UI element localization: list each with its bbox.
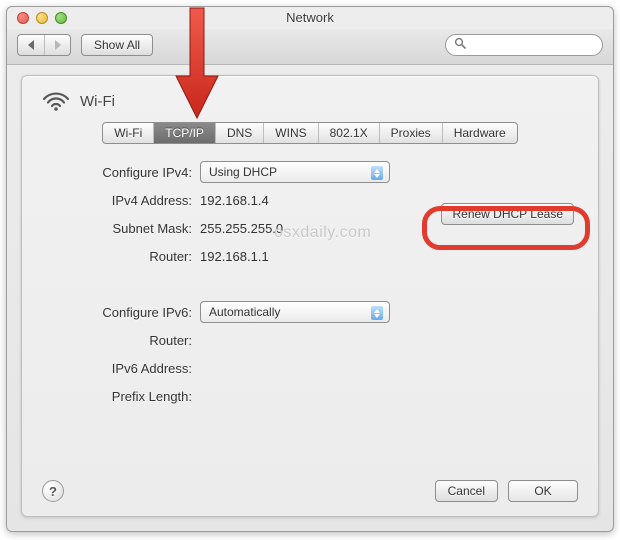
titlebar: Network — [7, 7, 613, 29]
settings-sheet: Wi-Fi Wi-FiTCP/IPDNSWINS802.1XProxiesHar… — [21, 75, 599, 517]
show-all-button[interactable]: Show All — [81, 34, 153, 56]
value-subnet-mask: 255.255.255.0 — [200, 221, 390, 236]
label-configure-ipv4: Configure IPv4: — [42, 165, 192, 180]
configure-ipv4-select[interactable]: Using DHCP — [200, 161, 390, 183]
configure-ipv4-value: Using DHCP — [209, 165, 277, 179]
label-router: Router: — [42, 249, 192, 264]
tab-wi-fi[interactable]: Wi-Fi — [103, 123, 153, 143]
ok-button[interactable]: OK — [508, 480, 578, 502]
renew-dhcp-lease-button[interactable]: Renew DHCP Lease — [441, 203, 574, 225]
value-ipv4-address: 192.168.1.4 — [200, 193, 390, 208]
close-icon[interactable] — [17, 12, 29, 24]
nav-back-forward — [17, 34, 71, 56]
tab-hardware[interactable]: Hardware — [442, 123, 517, 143]
tab-802-1x[interactable]: 802.1X — [318, 123, 379, 143]
configure-ipv6-select[interactable]: Automatically — [200, 301, 390, 323]
configure-ipv6-value: Automatically — [209, 305, 280, 319]
label-subnet-mask: Subnet Mask: — [42, 221, 192, 236]
window-controls — [17, 12, 67, 24]
toolbar: Show All — [7, 29, 613, 65]
tabs: Wi-FiTCP/IPDNSWINS802.1XProxiesHardware — [42, 122, 578, 144]
label-configure-ipv6: Configure IPv6: — [42, 305, 192, 320]
tab-wins[interactable]: WINS — [263, 123, 317, 143]
tab-dns[interactable]: DNS — [215, 123, 263, 143]
help-button[interactable]: ? — [42, 480, 64, 502]
label-router-ipv6: Router: — [42, 333, 192, 348]
network-window: Network Show All — [6, 6, 614, 532]
label-ipv6-address: IPv6 Address: — [42, 361, 192, 376]
label-ipv4-address: IPv4 Address: — [42, 193, 192, 208]
search-input[interactable] — [470, 38, 620, 52]
search-field[interactable] — [445, 34, 603, 56]
search-icon — [454, 37, 466, 52]
chevron-updown-icon — [373, 306, 381, 320]
forward-button[interactable] — [44, 35, 70, 55]
window-title: Network — [7, 10, 613, 25]
wifi-icon — [42, 90, 70, 112]
sheet-footer: ? Cancel OK — [42, 472, 578, 502]
tcpip-form: Configure IPv4: Using DHCP IPv4 Address:… — [42, 158, 578, 472]
back-button[interactable] — [18, 35, 44, 55]
chevron-updown-icon — [373, 166, 381, 180]
tab-proxies[interactable]: Proxies — [379, 123, 442, 143]
minimize-icon[interactable] — [36, 12, 48, 24]
connection-header: Wi-Fi — [42, 90, 578, 112]
connection-name: Wi-Fi — [80, 93, 115, 110]
cancel-button[interactable]: Cancel — [435, 480, 498, 502]
zoom-icon[interactable] — [55, 12, 67, 24]
value-router: 192.168.1.1 — [200, 249, 390, 264]
tab-tcp-ip[interactable]: TCP/IP — [153, 123, 215, 143]
label-prefix-length: Prefix Length: — [42, 389, 192, 404]
